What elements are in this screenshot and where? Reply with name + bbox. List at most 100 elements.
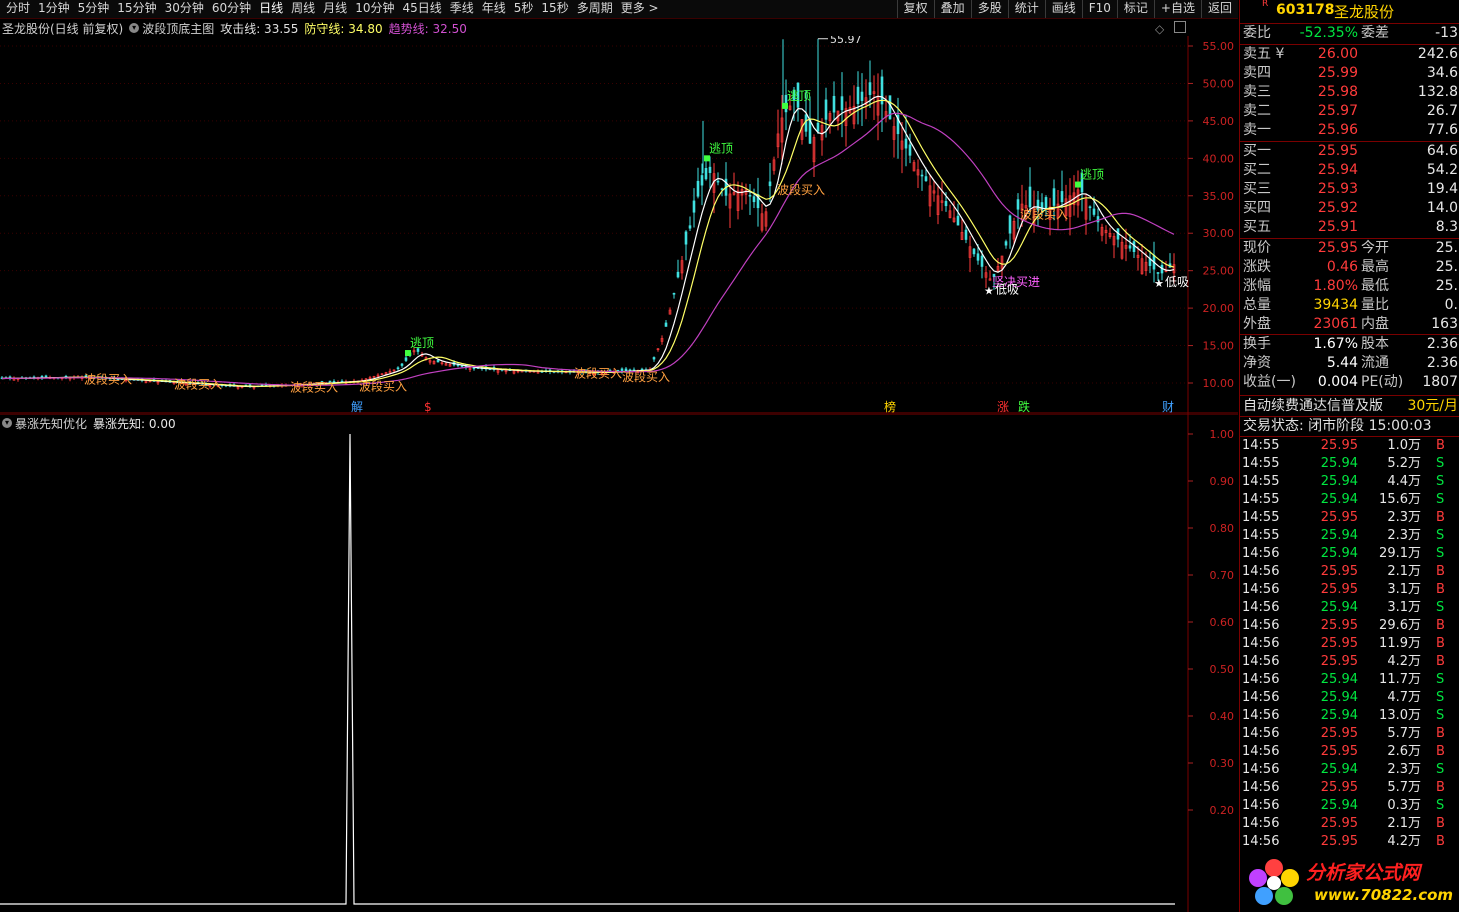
- stock-label: 圣龙股份(日线 前复权): [2, 21, 124, 36]
- y-tick-label: 55.00: [1203, 40, 1235, 53]
- event-marker: $: [424, 400, 432, 414]
- ask-row[interactable]: 卖二 25.97 26.7: [1240, 102, 1459, 121]
- period-tab-12[interactable]: 年线: [478, 0, 510, 18]
- maximize-icon[interactable]: [1174, 21, 1186, 33]
- bid-row[interactable]: 买一 25.95 64.6: [1240, 142, 1459, 161]
- ask-row[interactable]: 卖一 25.96 77.6: [1240, 121, 1459, 140]
- escape-top-signal-marker: [704, 155, 710, 162]
- period-tab-1[interactable]: 1分钟: [34, 0, 74, 18]
- period-tab-9[interactable]: 10分钟: [351, 0, 398, 18]
- tool-button-1[interactable]: 叠加: [933, 0, 971, 18]
- tick-row: 14:56 25.94 29.1万 S: [1242, 546, 1445, 561]
- bid-row[interactable]: 买二 25.94 54.2: [1240, 161, 1459, 180]
- tick-row: 14:55 25.94 2.3万 S: [1242, 528, 1445, 543]
- period-tab-15[interactable]: 多周期: [573, 0, 617, 18]
- candle-body: [1096, 216, 1100, 223]
- candle-body: [436, 360, 440, 363]
- tool-button-3[interactable]: 统计: [1007, 0, 1045, 18]
- tick-row: 14:56 25.94 3.1万 S: [1242, 600, 1445, 615]
- candle-body: [944, 201, 948, 207]
- tick-row: 14:56 25.94 4.7万 S: [1242, 690, 1445, 705]
- band-buy-signal: 波段买入: [1020, 207, 1068, 222]
- stats-row: 涨跌 0.46 最高 25.: [1243, 259, 1458, 275]
- tool-button-6[interactable]: 标记: [1116, 0, 1154, 18]
- low-suck-signal: 低吸: [1165, 275, 1189, 289]
- tick-row: 14:56 25.95 4.2万 B: [1242, 654, 1445, 669]
- tool-button-0[interactable]: 复权: [896, 0, 934, 18]
- main-chart-title: 圣龙股份(日线 前复权) ▾ 波段顶底主图 攻击线: 33.55 防守线: 34…: [2, 20, 473, 36]
- candle-body: [816, 122, 820, 132]
- bid-row[interactable]: 买五 25.91 8.3: [1240, 218, 1459, 237]
- tool-button-5[interactable]: F10: [1081, 0, 1117, 18]
- event-marker: 跌: [1018, 399, 1030, 414]
- main-kline-chart[interactable]: 55.00 50.00 45.00 40.00 35.00 30.00 25.00 20.00…: [0, 36, 1238, 414]
- tick-row: 14:56 25.95 11.9万 B: [1242, 636, 1445, 651]
- candle-body: [672, 292, 676, 295]
- surge-indicator-line: [0, 433, 1175, 905]
- escape-top-signal-marker: [405, 350, 411, 357]
- stats-row: 换手 1.67% 股本 2.36: [1243, 336, 1458, 352]
- tool-button-8[interactable]: 返回: [1200, 0, 1238, 18]
- candle-body: [904, 138, 908, 149]
- escape-top-signal-marker: [1075, 181, 1081, 188]
- candle-body: [676, 271, 680, 278]
- defense-line: [1, 99, 1175, 387]
- period-tab-2[interactable]: 5分钟: [74, 0, 114, 18]
- candle-body: [860, 91, 864, 101]
- indicator-name[interactable]: 波段顶底主图: [142, 20, 214, 37]
- indicator-settings-icon[interactable]: ▾: [129, 23, 140, 33]
- tick-row: 14:55 25.94 5.2万 S: [1242, 456, 1445, 471]
- band-buy-signal: 波段买入: [359, 379, 407, 394]
- y-tick-label: 10.00: [1203, 377, 1235, 390]
- band-buy-signal: 波段买入: [574, 365, 622, 380]
- y-tick-label: 25.00: [1203, 265, 1235, 278]
- period-tab-10[interactable]: 45日线: [398, 0, 445, 18]
- candle-body: [1128, 245, 1132, 249]
- period-tab-0[interactable]: 分时: [2, 0, 34, 18]
- period-tab-11[interactable]: 季线: [446, 0, 478, 18]
- tick-row: 14:56 25.95 5.7万 B: [1242, 780, 1445, 795]
- period-tab-7[interactable]: 周线: [287, 0, 319, 18]
- stock-badge: R: [1262, 0, 1269, 9]
- y-tick-label: 45.00: [1203, 115, 1235, 128]
- period-tab-14[interactable]: 15秒: [537, 0, 572, 18]
- ask-row[interactable]: 卖五 ¥26.00 242.6: [1240, 45, 1459, 64]
- tick-row: 14:56 25.94 0.3万 S: [1242, 798, 1445, 813]
- event-marker: 解: [351, 400, 363, 414]
- escape-top-signal: 逃顶: [410, 336, 434, 350]
- candle-body: [804, 114, 808, 132]
- low-suck-signal: 低吸: [995, 282, 1019, 296]
- period-tab-3[interactable]: 15分钟: [113, 0, 160, 18]
- tool-button-2[interactable]: 多股: [970, 0, 1008, 18]
- candle-body: [652, 357, 656, 360]
- ad-row[interactable]: 自动续费通达信普及版 30元/月: [1240, 397, 1459, 416]
- ask-row[interactable]: 卖四 25.99 34.6: [1240, 64, 1459, 83]
- period-tab-5[interactable]: 60分钟: [208, 0, 255, 18]
- band-buy-signal: 波段买入: [174, 376, 222, 391]
- tick-row: 14:56 25.95 3.1万 B: [1242, 582, 1445, 597]
- y-tick-label: 30.00: [1203, 227, 1235, 240]
- bid-row[interactable]: 买四 25.92 14.0: [1240, 199, 1459, 218]
- bid-row[interactable]: 买三 25.93 19.4: [1240, 180, 1459, 199]
- diamond-icon[interactable]: ◇: [1155, 22, 1164, 36]
- period-tab-6[interactable]: 日线: [255, 0, 287, 18]
- tool-button-4[interactable]: 画线: [1044, 0, 1082, 18]
- candle-body: [1004, 241, 1008, 246]
- candle-body: [692, 200, 696, 213]
- ask-row[interactable]: 卖三 25.98 132.8: [1240, 83, 1459, 102]
- candle-body: [404, 357, 408, 361]
- period-tab-13[interactable]: 5秒: [510, 0, 538, 18]
- candle-body: [956, 215, 960, 226]
- sub-indicator-chart[interactable]: 1.00 0.90 0.80 0.70 0.60 0.50 0.40 0.30 0.20: [0, 414, 1238, 912]
- period-tab-16[interactable]: 更多 >: [617, 0, 663, 18]
- candle-body: [1016, 199, 1020, 210]
- candles: [0, 38, 1176, 390]
- tick-row: 14:56 25.94 13.0万 S: [1242, 708, 1445, 723]
- stats-row: 外盘 23061 内盘 163: [1243, 316, 1458, 332]
- period-tab-8[interactable]: 月线: [319, 0, 351, 18]
- period-tab-4[interactable]: 30分钟: [161, 0, 208, 18]
- candle-body: [808, 119, 812, 144]
- tick-row: 14:55 25.95 2.3万 B: [1242, 510, 1445, 525]
- tool-button-7[interactable]: +自选: [1153, 0, 1201, 18]
- band-buy-signal: 波段买入: [290, 379, 338, 394]
